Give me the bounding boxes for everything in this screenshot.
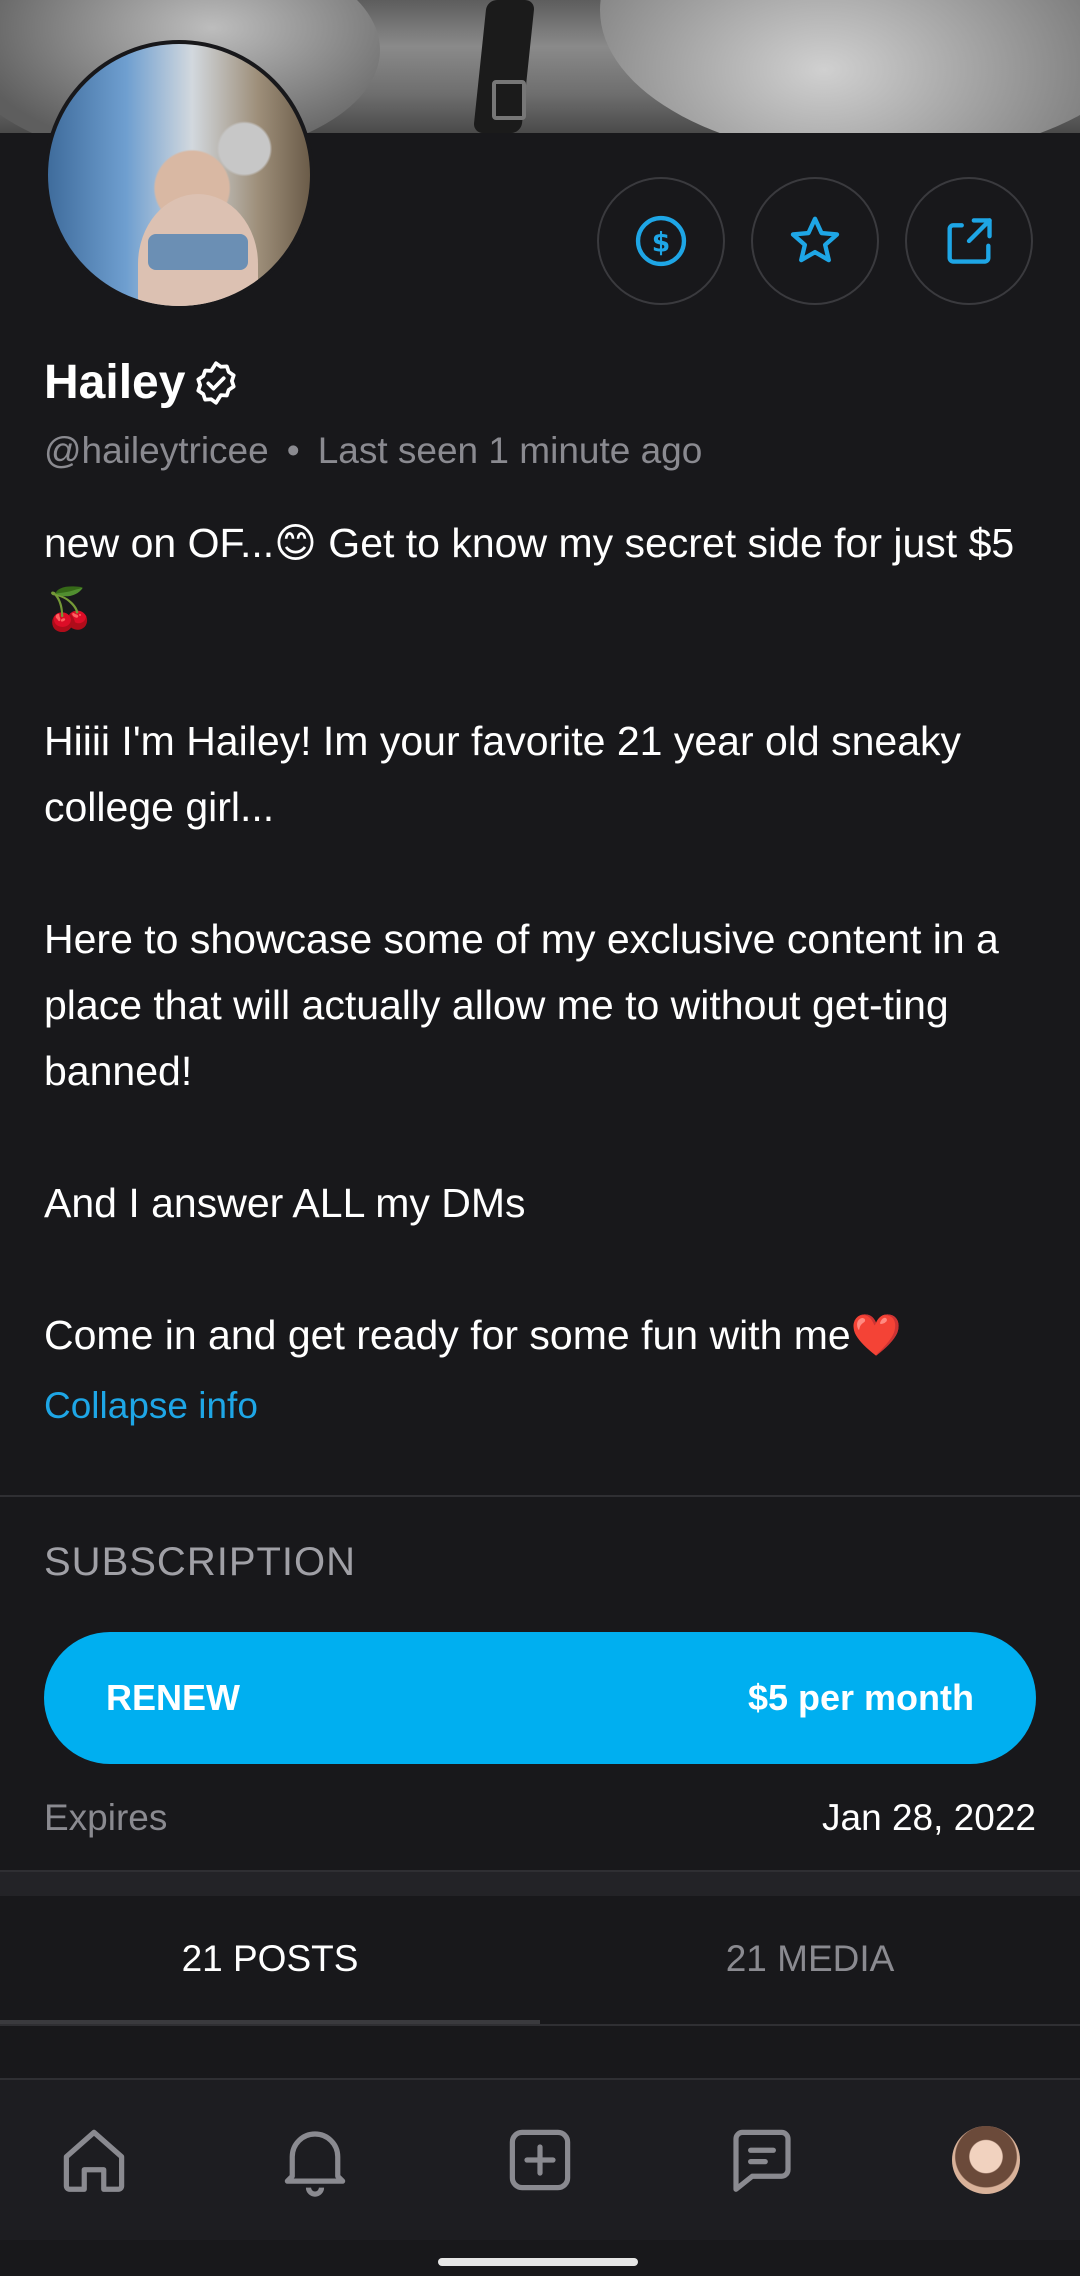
bio-paragraph: new on OF...😊 Get to know my secret side… [44, 520, 1015, 632]
dollar-circle-icon: $ [635, 215, 687, 267]
bio-paragraph: And I answer ALL my DMs [44, 1180, 526, 1226]
last-seen: Last seen 1 minute ago [317, 430, 703, 471]
bio-paragraph: Hiiii I'm Hailey! Im your favorite 21 ye… [44, 718, 961, 830]
section-divider [0, 1495, 1080, 1497]
subscription-price: $5 per month [747, 1677, 974, 1718]
expires-label: Expires [44, 1797, 168, 1838]
bell-icon [284, 2131, 346, 2197]
star-icon [790, 216, 840, 263]
add-post-icon [509, 2129, 571, 2191]
renew-label: RENEW [106, 1677, 240, 1718]
profile-name: Hailey [44, 355, 241, 410]
home-indicator[interactable] [438, 2258, 638, 2266]
expires-date: Jan 28, 2022 [822, 1797, 1036, 1838]
banner-image-detail [492, 80, 526, 120]
collapse-info-link[interactable]: Collapse info [44, 1385, 258, 1427]
verified-badge-icon [196, 360, 237, 405]
tab-posts[interactable]: 21 POSTS [0, 1895, 540, 2023]
bio-paragraph: Come in and get ready for some fun with … [44, 1312, 902, 1358]
nav-notifications[interactable] [275, 2120, 355, 2200]
nav-add-post[interactable] [500, 2120, 580, 2200]
tip-button[interactable]: $ [597, 177, 725, 305]
profile-bio: new on OF...😊 Get to know my secret side… [44, 510, 1044, 1368]
home-icon [63, 2129, 125, 2192]
content-tabs: 21 POSTS 21 MEDIA [0, 1895, 1080, 2023]
section-separator [0, 1870, 1080, 1896]
banner-image-shape [600, 0, 1080, 133]
username: @haileytricee [44, 430, 269, 471]
share-icon [947, 218, 992, 264]
messages-icon [733, 2129, 791, 2192]
tab-divider [0, 2024, 1080, 2026]
profile-meta: @haileytricee • Last seen 1 minute ago [44, 430, 702, 472]
nav-profile-avatar[interactable] [952, 2126, 1020, 2194]
share-button[interactable] [905, 177, 1033, 305]
avatar-figure [148, 234, 248, 270]
renew-subscription-button[interactable]: RENEW $5 per month [44, 1632, 1036, 1764]
bio-paragraph: Here to showcase some of my exclusive co… [44, 916, 999, 1094]
svg-text:$: $ [652, 227, 671, 258]
subscription-title: SUBSCRIPTION [44, 1540, 357, 1584]
profile-avatar[interactable] [44, 40, 314, 310]
favorite-button[interactable] [751, 177, 879, 305]
profile-name-text: Hailey [44, 356, 186, 409]
nav-home[interactable] [54, 2120, 134, 2200]
bottom-navigation [0, 2078, 1080, 2240]
nav-messages[interactable] [722, 2120, 802, 2200]
meta-separator: • [286, 430, 300, 471]
tab-media[interactable]: 21 MEDIA [540, 1895, 1080, 2023]
